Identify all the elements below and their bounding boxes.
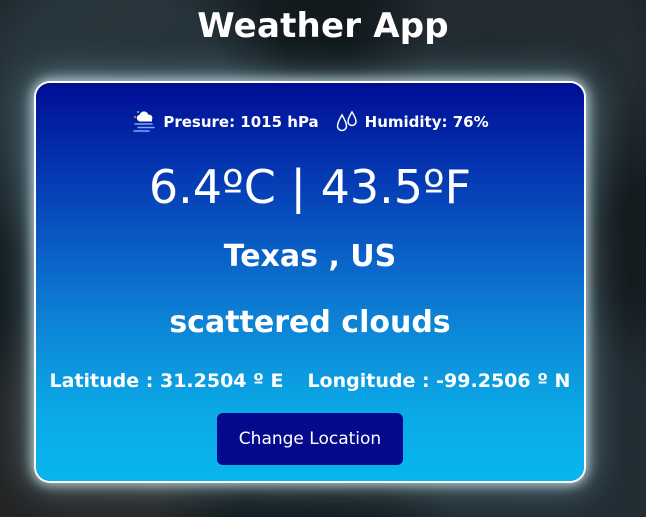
weather-meta-row: Presure: 1015 hPa Humidity: 76% xyxy=(36,109,584,135)
weather-card: Presure: 1015 hPa Humidity: 76% 6.4ºC | … xyxy=(36,83,584,481)
latitude-label: Latitude : 31.2504 º E xyxy=(49,370,284,392)
humidity-drops-icon xyxy=(333,109,361,135)
coordinates-row: Latitude : 31.2504 º E Longitude : -99.2… xyxy=(36,367,584,395)
change-location-button[interactable]: Change Location xyxy=(217,413,403,465)
temperature-reading: 6.4ºC | 43.5ºF xyxy=(148,160,472,214)
app-title: Weather App xyxy=(197,6,449,46)
pressure-wind-icon xyxy=(131,109,159,135)
humidity-info: Humidity: 76% xyxy=(333,109,489,135)
longitude-label: Longitude : -99.2506 º N xyxy=(307,370,571,392)
location-name: Texas , US xyxy=(223,239,397,274)
pressure-info: Presure: 1015 hPa xyxy=(131,109,319,135)
weather-description: scattered clouds xyxy=(169,305,451,340)
pressure-label: Presure: 1015 hPa xyxy=(163,113,319,131)
humidity-label: Humidity: 76% xyxy=(364,113,489,131)
